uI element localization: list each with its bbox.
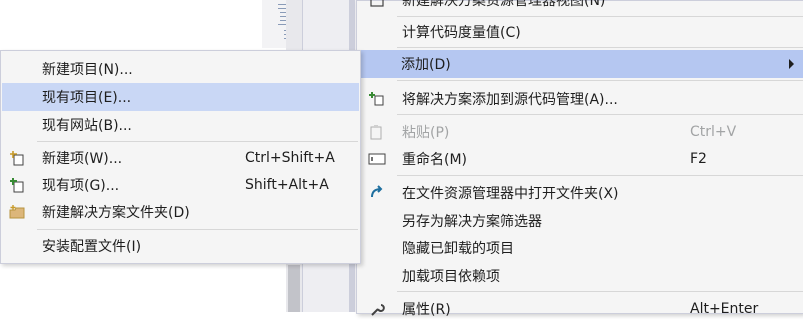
menu-item-add[interactable]: 添加(D) [357, 50, 803, 78]
menu-item-existing-item[interactable]: 现有项(G)... Shift+Alt+A [2, 171, 359, 199]
menu-separator [37, 229, 358, 230]
menu-item-load-dependencies[interactable]: 加载项目依赖项 [358, 262, 803, 290]
menu-item-save-as-filter[interactable]: 另存为解决方案筛选器 [358, 207, 803, 235]
menu-item-install-config[interactable]: 安装配置文件(I) [2, 232, 359, 260]
menu-item-open-in-explorer[interactable]: 在文件资源管理器中打开文件夹(X) [358, 179, 803, 207]
menu-item-label: 现有网站(B)... [42, 118, 132, 134]
menu-item-shortcut: Ctrl+V [690, 124, 737, 140]
menu-item-label: 属性(R) [402, 302, 451, 318]
menu-item-label: 新建项(W)... [42, 151, 123, 167]
menu-separator [37, 141, 358, 142]
menu-item-new-project[interactable]: 新建项目(N)... [2, 55, 359, 83]
scrollbar-thumb[interactable] [288, 265, 300, 312]
wrench-icon [368, 300, 386, 318]
menu-item-shortcut: Alt+Enter [690, 301, 759, 317]
menu-item-label: 另存为解决方案筛选器 [402, 214, 542, 230]
open-folder-icon [368, 184, 386, 202]
solution-context-menu: 新建解决方案资源管理器视图(N) 计算代码度量值(C) 添加(D) 将解决方案添… [356, 0, 803, 318]
menu-item-label: 计算代码度量值(C) [402, 25, 521, 41]
menu-item-label: 将解决方案添加到源代码管理(A)... [402, 92, 618, 108]
menu-item-hide-unloaded[interactable]: 隐藏已卸载的项目 [358, 234, 803, 262]
menu-separator [397, 80, 803, 81]
menu-item-rename[interactable]: 重命名(M) F2 [358, 145, 803, 173]
menu-item-label: 粘贴(P) [402, 125, 450, 141]
menu-item-label: 新建项目(N)... [42, 62, 133, 78]
solution-folder-icon [8, 203, 26, 221]
menu-separator [397, 175, 803, 176]
menu-item-label: 添加(D) [401, 57, 451, 73]
menu-item-label: 安装配置文件(I) [42, 239, 142, 255]
menu-separator [397, 47, 803, 48]
menu-item-properties[interactable]: 属性(R) Alt+Enter [358, 295, 803, 323]
menu-item-label: 现有项(G)... [42, 178, 120, 194]
menu-item-label: 新建解决方案文件夹(D) [42, 205, 190, 221]
menu-item-existing-website[interactable]: 现有网站(B)... [2, 111, 359, 139]
menu-item-new-solution-folder[interactable]: 新建解决方案文件夹(D) [2, 198, 359, 226]
menu-item-new-item[interactable]: 新建项(W)... Ctrl+Shift+A [2, 144, 359, 172]
menu-item-add-to-source-control[interactable]: 将解决方案添加到源代码管理(A)... [358, 85, 803, 113]
existing-item-icon [8, 176, 26, 194]
menu-item-label: 隐藏已卸载的项目 [402, 241, 514, 257]
menu-item-shortcut: Shift+Alt+A [245, 177, 329, 193]
menu-item-new-explorer-view[interactable]: 新建解决方案资源管理器视图(N) [358, 0, 803, 14]
rename-icon [368, 150, 386, 168]
add-submenu: 新建项目(N)... 现有项目(E)... 现有网站(B)... 新建项(W).… [0, 50, 361, 264]
menu-item-label: 重命名(M) [402, 152, 468, 168]
menu-item-label: 新建解决方案资源管理器视图(N) [402, 0, 606, 9]
menu-item-shortcut: F2 [690, 151, 707, 167]
menu-item-paste[interactable]: 粘贴(P) Ctrl+V [358, 118, 803, 146]
menu-separator [397, 16, 803, 17]
menu-item-shortcut: Ctrl+Shift+A [245, 150, 335, 166]
menu-item-label: 现有项目(E)... [42, 90, 132, 106]
explorer-view-icon [368, 0, 386, 9]
submenu-arrow-icon [789, 59, 794, 69]
menu-item-code-metrics[interactable]: 计算代码度量值(C) [358, 18, 803, 46]
menu-item-existing-project[interactable]: 现有项目(E)... [2, 83, 359, 111]
add-to-source-control-icon [368, 90, 386, 108]
menu-separator [397, 291, 803, 292]
paste-icon [368, 123, 386, 141]
menu-separator [397, 114, 803, 115]
menu-item-label: 在文件资源管理器中打开文件夹(X) [402, 186, 619, 202]
new-item-icon [8, 149, 26, 167]
menu-item-label: 加载项目依赖项 [402, 269, 500, 285]
